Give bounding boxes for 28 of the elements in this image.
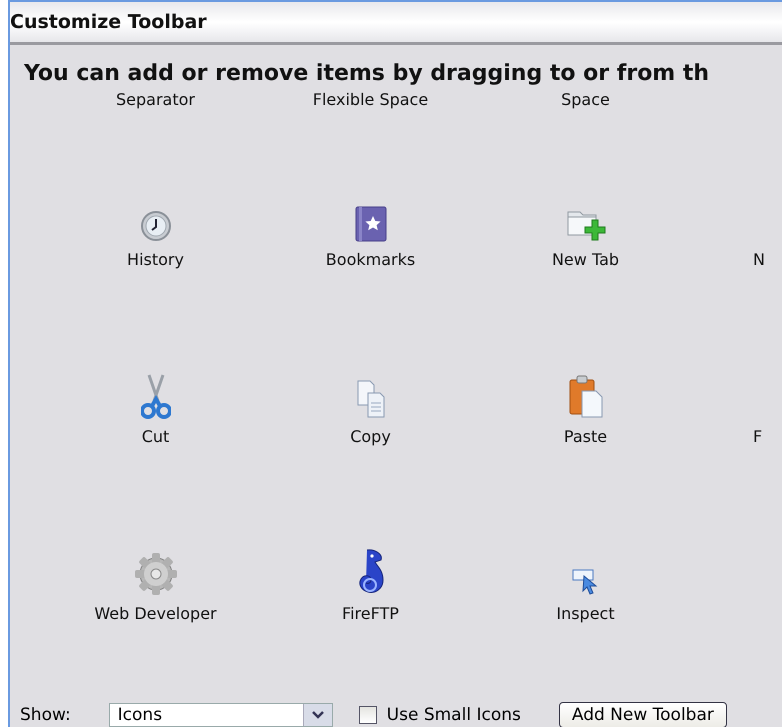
palette-item-label[interactable]: Flexible Space — [312, 90, 428, 109]
copy-documents-icon — [356, 379, 386, 419]
window-title: Customize Toolbar — [10, 11, 207, 33]
show-dropdown[interactable]: Icons — [108, 703, 333, 727]
clipboard-icon — [568, 375, 604, 419]
palette-item-label[interactable]: Bookmarks — [326, 250, 416, 269]
small-icons-label[interactable]: Use Small Icons — [386, 705, 521, 725]
small-icons-checkbox[interactable] — [358, 706, 377, 724]
palette-item-label[interactable]: History — [127, 250, 184, 269]
clock-icon — [140, 210, 172, 242]
palette-item-label[interactable]: Web Developer — [94, 604, 217, 623]
cursor-box-icon — [572, 568, 600, 596]
gear-icon — [134, 552, 178, 596]
bookmark-book-icon — [354, 206, 388, 242]
palette-item-label[interactable]: Separator — [116, 90, 195, 109]
instruction-text: You can add or remove items by dragging to or from th — [23, 60, 710, 86]
palette-item-label[interactable]: Space — [561, 90, 610, 109]
palette-item-label[interactable]: F — [753, 427, 762, 446]
palette-item-label[interactable]: Cut — [142, 427, 170, 446]
add-toolbar-button[interactable]: Add New Toolbar — [558, 702, 727, 727]
palette-item-label[interactable]: Paste — [564, 427, 608, 446]
palette-item-label[interactable]: New Tab — [552, 250, 620, 269]
scissors-icon — [140, 373, 170, 419]
palette-item-label[interactable]: N — [753, 250, 765, 269]
palette-item-label[interactable]: Copy — [350, 427, 391, 446]
palette-item-label[interactable]: Inspect — [556, 604, 615, 623]
show-label: Show: — [20, 705, 71, 725]
palette-item-label[interactable]: FireFTP — [342, 604, 399, 623]
